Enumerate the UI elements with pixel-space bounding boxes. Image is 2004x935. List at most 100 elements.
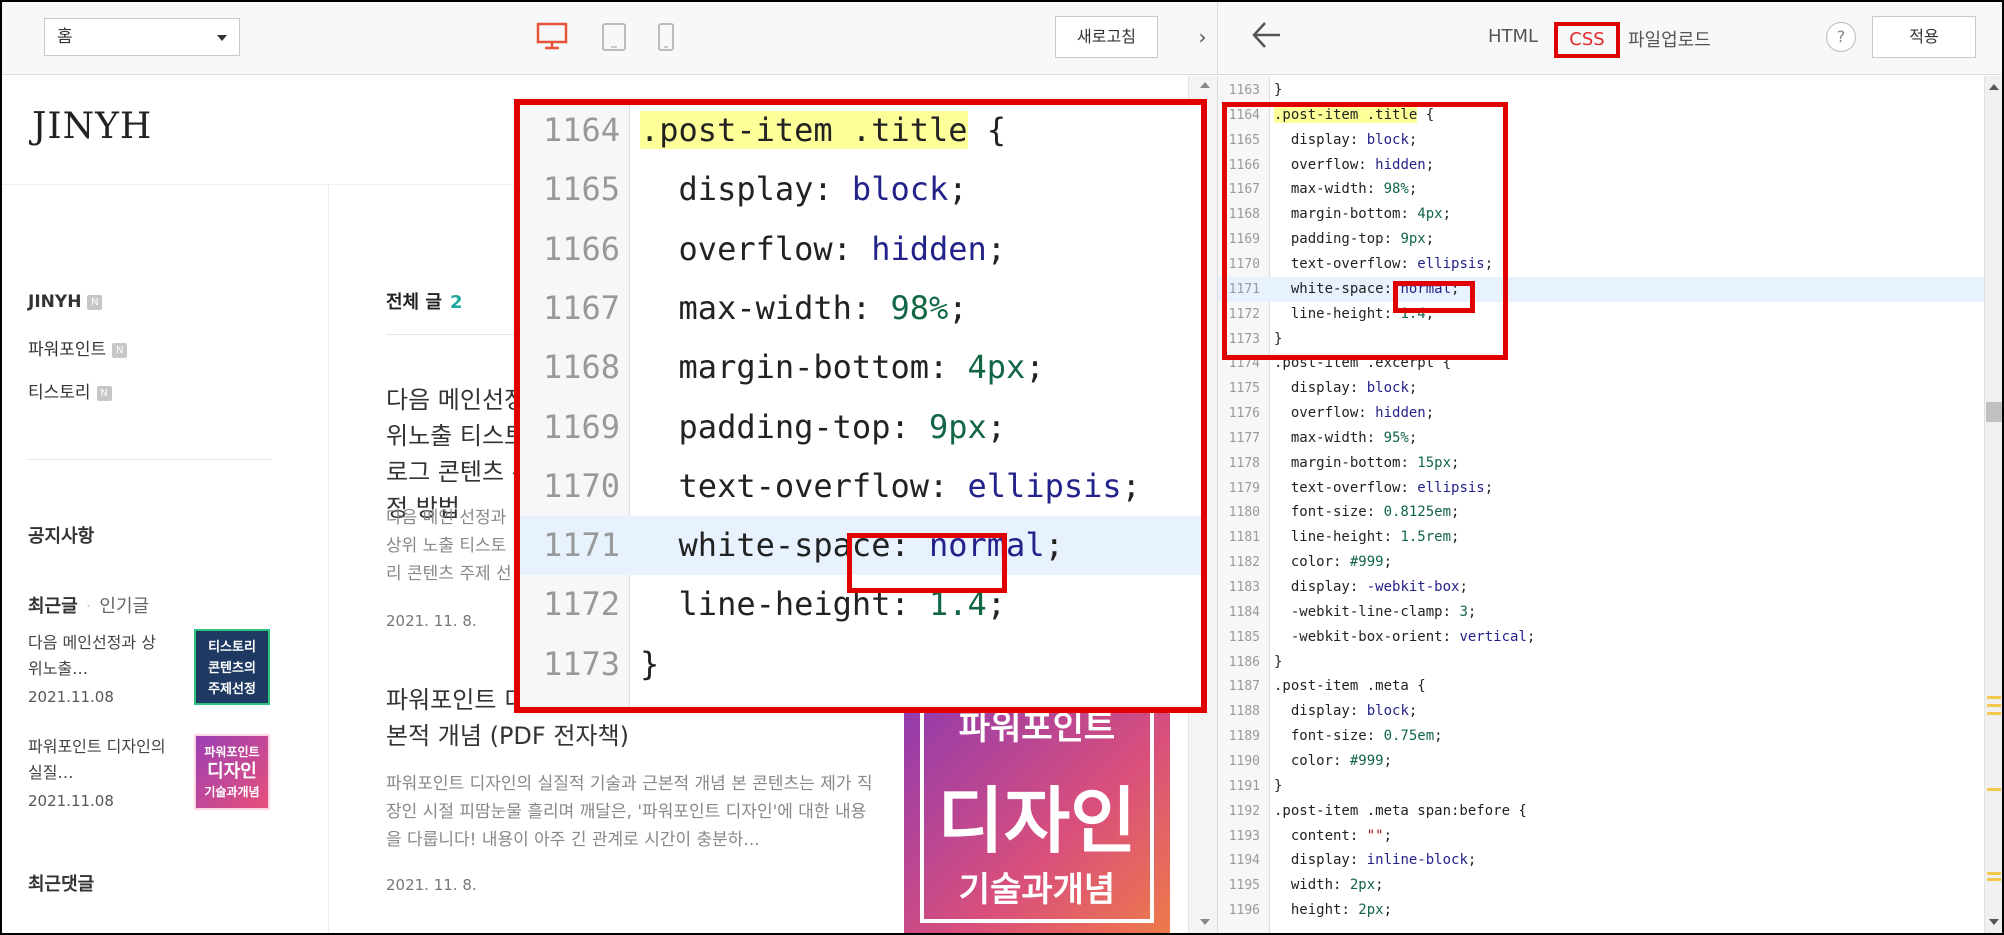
- code-line[interactable]: 1178 margin-bottom: 15px;: [1218, 451, 1984, 476]
- code-line[interactable]: 1191}: [1218, 774, 1984, 799]
- blog-logo[interactable]: JINYH: [32, 106, 152, 147]
- code-line[interactable]: 1167 max-width: 98%;: [1218, 177, 1984, 202]
- css-code-editor[interactable]: 1163} 1164 .post-item .title {1165 display…: [1218, 76, 1984, 933]
- code-text[interactable]: margin-bottom: 15px;: [1274, 451, 1460, 476]
- editor-scrollbar[interactable]: [1984, 76, 2002, 933]
- code-text[interactable]: display: inline-block;: [1274, 848, 1476, 873]
- recent-comments-heading[interactable]: 최근댓글: [28, 870, 94, 896]
- tablet-device-icon[interactable]: [601, 22, 627, 52]
- code-line[interactable]: 1185 -webkit-box-orient: vertical;: [1218, 625, 1984, 650]
- code-line[interactable]: 1186}: [1218, 650, 1984, 675]
- code-text[interactable]: }: [1274, 774, 1282, 799]
- code-line[interactable]: 1196 height: 2px;: [1218, 898, 1984, 923]
- apply-button[interactable]: 적용: [1872, 16, 1976, 58]
- code-text[interactable]: width: 2px;: [1274, 873, 1384, 898]
- code-line[interactable]: 1169 padding-top: 9px;: [1218, 227, 1984, 252]
- code-text[interactable]: font-size: 0.75em;: [1274, 724, 1443, 749]
- code-text[interactable]: text-overflow: ellipsis;: [1274, 252, 1493, 277]
- code-text[interactable]: }: [1274, 650, 1282, 675]
- mobile-device-icon[interactable]: [657, 22, 675, 52]
- code-text[interactable]: display: block;: [1274, 376, 1417, 401]
- scroll-up-icon[interactable]: [1989, 84, 1999, 90]
- code-text[interactable]: }: [1274, 327, 1282, 352]
- code-line[interactable]: 1176 overflow: hidden;: [1218, 401, 1984, 426]
- code-line[interactable]: 1195 width: 2px;: [1218, 873, 1984, 898]
- code-text[interactable]: overflow: hidden;: [1274, 153, 1434, 178]
- code-text[interactable]: display: block;: [1274, 128, 1417, 153]
- code-line[interactable]: 1177 max-width: 95%;: [1218, 426, 1984, 451]
- page-select[interactable]: 홈: [44, 18, 240, 56]
- sidebar-item-jinyh[interactable]: JINYH N: [28, 292, 103, 312]
- code-line[interactable]: 1188 display: block;: [1218, 699, 1984, 724]
- code-line[interactable]: 1170 text-overflow: ellipsis;: [1218, 252, 1984, 277]
- code-text[interactable]: height: 2px;: [1274, 898, 1392, 923]
- code-text[interactable]: .post-item .excerpt {: [1274, 351, 1451, 376]
- code-line[interactable]: 1166 overflow: hidden;: [1218, 153, 1984, 178]
- code-line[interactable]: 1194 display: inline-block;: [1218, 848, 1984, 873]
- refresh-button[interactable]: 새로고침: [1055, 16, 1158, 58]
- help-button[interactable]: ?: [1826, 22, 1856, 52]
- code-text[interactable]: color: #999;: [1274, 749, 1392, 774]
- code-line[interactable]: 1179 text-overflow: ellipsis;: [1218, 476, 1984, 501]
- tab-html[interactable]: HTML: [1488, 26, 1538, 47]
- code-text[interactable]: -webkit-box-orient: vertical;: [1274, 625, 1535, 650]
- code-line[interactable]: 1174 .post-item .excerpt {: [1218, 351, 1984, 376]
- code-text[interactable]: max-width: 95%;: [1274, 426, 1417, 451]
- code-line[interactable]: 1168 margin-bottom: 4px;: [1218, 202, 1984, 227]
- sidebar-item-powerpoint[interactable]: 파워포인트 N: [28, 335, 128, 360]
- recent-post-title[interactable]: 파워포인트 디자인의 실질…: [28, 734, 168, 786]
- code-line[interactable]: 1193 content: "";: [1218, 824, 1984, 849]
- code-text[interactable]: }: [1274, 78, 1282, 103]
- desktop-device-icon[interactable]: [536, 22, 568, 50]
- code-line[interactable]: 1172 line-height: 1.4;: [1218, 302, 1984, 327]
- code-line[interactable]: 1173}: [1218, 327, 1984, 352]
- code-text[interactable]: display: -webkit-box;: [1274, 575, 1468, 600]
- code-line[interactable]: 1171 white-space: normal;: [1218, 276, 1984, 302]
- tab-recent-posts[interactable]: 최근글: [28, 596, 78, 617]
- code-text[interactable]: padding-top: 9px;: [1274, 227, 1434, 252]
- code-line[interactable]: 1164 .post-item .title {: [1218, 103, 1984, 128]
- tab-css[interactable]: CSS: [1554, 22, 1620, 58]
- code-line[interactable]: 1163}: [1218, 78, 1984, 103]
- code-line[interactable]: 1181 line-height: 1.5rem;: [1218, 525, 1984, 550]
- code-text[interactable]: .post-item .meta {: [1274, 674, 1426, 699]
- code-text[interactable]: -webkit-line-clamp: 3;: [1274, 600, 1476, 625]
- scroll-thumb[interactable]: [1986, 402, 2002, 422]
- code-line[interactable]: 1175 display: block;: [1218, 376, 1984, 401]
- scroll-down-icon[interactable]: [1200, 919, 1210, 925]
- recent-post-thumbnail[interactable]: 티스토리 콘텐츠의 주제선정: [194, 629, 270, 705]
- notice-heading[interactable]: 공지사항: [28, 522, 94, 548]
- code-text[interactable]: max-width: 98%;: [1274, 177, 1417, 202]
- code-text[interactable]: content: "";: [1274, 824, 1392, 849]
- code-text[interactable]: color: #999;: [1274, 550, 1392, 575]
- code-text[interactable]: line-height: 1.4;: [1274, 302, 1434, 327]
- tab-file-upload[interactable]: 파일업로드: [1628, 26, 1711, 52]
- code-text[interactable]: white-space: normal;: [1274, 277, 1460, 302]
- code-line[interactable]: 1165 display: block;: [1218, 128, 1984, 153]
- back-arrow-icon[interactable]: [1250, 20, 1284, 50]
- collapse-preview-button[interactable]: ›: [1188, 2, 1218, 75]
- code-text[interactable]: margin-bottom: 4px;: [1274, 202, 1451, 227]
- code-text[interactable]: overflow: hidden;: [1274, 401, 1434, 426]
- code-text[interactable]: display: block;: [1274, 699, 1417, 724]
- code-line[interactable]: 1183 display: -webkit-box;: [1218, 575, 1984, 600]
- code-line[interactable]: 1190 color: #999;: [1218, 749, 1984, 774]
- code-line[interactable]: 1180 font-size: 0.8125em;: [1218, 500, 1984, 525]
- code-line[interactable]: 1189 font-size: 0.75em;: [1218, 724, 1984, 749]
- code-text[interactable]: .post-item .meta span:before {: [1274, 799, 1527, 824]
- code-text[interactable]: line-height: 1.5rem;: [1274, 525, 1460, 550]
- scroll-down-icon[interactable]: [1989, 919, 1999, 925]
- scroll-up-icon[interactable]: [1200, 82, 1210, 88]
- code-line[interactable]: 1184 -webkit-line-clamp: 3;: [1218, 600, 1984, 625]
- code-line[interactable]: 1192 .post-item .meta span:before {: [1218, 799, 1984, 824]
- code-line[interactable]: 1187 .post-item .meta {: [1218, 674, 1984, 699]
- recent-post-title[interactable]: 다음 메인선정과 상위노출…: [28, 630, 168, 682]
- code-text[interactable]: .post-item .title {: [1274, 103, 1434, 128]
- recent-post-thumbnail[interactable]: 파워포인트 디자인 기술과개념: [194, 734, 270, 810]
- tab-popular-posts[interactable]: 인기글: [99, 596, 149, 617]
- code-text[interactable]: font-size: 0.8125em;: [1274, 500, 1460, 525]
- post-thumbnail[interactable]: 파워포인트 디자인 기술과개념: [904, 692, 1170, 933]
- code-text[interactable]: text-overflow: ellipsis;: [1274, 476, 1493, 501]
- code-line[interactable]: 1182 color: #999;: [1218, 550, 1984, 575]
- sidebar-item-tistory[interactable]: 티스토리 N: [28, 378, 112, 403]
